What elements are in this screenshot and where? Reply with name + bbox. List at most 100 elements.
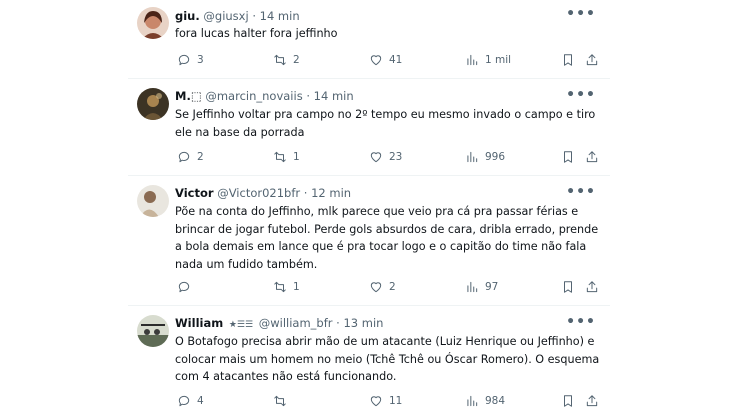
display-name[interactable]: M.⬚ — [175, 89, 202, 103]
share-button[interactable] — [585, 393, 599, 409]
like-count: 2 — [389, 281, 396, 293]
tweet-header: M.⬚ @marcin_novaiis · 14 min — [175, 88, 354, 104]
heart-icon — [370, 55, 382, 66]
like-button[interactable]: 23 — [369, 149, 402, 165]
tweet[interactable]: Victor @Victor021bfr · 12 min ••• Põe na… — [128, 176, 610, 306]
timestamp[interactable]: 12 min — [311, 186, 351, 200]
display-name[interactable]: Victor — [175, 186, 214, 200]
share-icon — [586, 281, 598, 293]
retweet-button[interactable]: 1 — [273, 149, 300, 165]
like-button[interactable]: 11 — [369, 393, 402, 409]
bookmark-button[interactable] — [561, 149, 575, 165]
separator: · — [303, 186, 308, 200]
reply-count: 3 — [197, 54, 204, 66]
heart-icon — [370, 396, 382, 407]
reply-count: 2 — [197, 151, 204, 163]
bookmark-button[interactable] — [561, 52, 575, 68]
like-button[interactable]: 41 — [369, 52, 402, 68]
heart-icon — [370, 152, 382, 163]
bookmark-icon — [564, 54, 572, 66]
user-handle[interactable]: @william_bfr — [259, 316, 333, 330]
bookmark-button[interactable] — [561, 279, 575, 295]
views-count: 1 mil — [485, 54, 512, 66]
tweet[interactable]: giu. @giusxj · 14 min ••• fora lucas hal… — [128, 0, 610, 79]
like-count: 23 — [389, 151, 403, 163]
retweet-icon — [274, 54, 286, 66]
user-handle[interactable]: @Victor021bfr — [217, 186, 300, 200]
views-count: 97 — [485, 281, 499, 293]
reply-icon — [178, 151, 190, 163]
share-icon — [586, 151, 598, 163]
share-icon — [586, 54, 598, 66]
tweet[interactable]: M.⬚ @marcin_novaiis · 14 min ••• Se Jeff… — [128, 79, 610, 176]
tweet-text: Se Jeffinho voltar pra campo no 2º tempo… — [175, 108, 596, 139]
bookmark-icon — [564, 151, 572, 163]
tweet-text: O Botafogo precisa abrir mão de um ataca… — [175, 335, 600, 383]
share-button[interactable] — [585, 52, 599, 68]
like-count: 41 — [389, 54, 403, 66]
timestamp[interactable]: 14 min — [260, 9, 300, 23]
tweet[interactable]: William ★☰☰ @william_bfr · 13 min ••• O … — [128, 306, 610, 416]
profile-badge-icon: ★☰☰ — [228, 320, 254, 330]
tweet-header: William ★☰☰ @william_bfr · 13 min — [175, 315, 383, 333]
reply-count: 4 — [197, 395, 204, 407]
timestamp[interactable]: 13 min — [343, 316, 383, 330]
bookmark-icon — [564, 281, 572, 293]
retweet-icon — [274, 281, 286, 293]
separator: · — [306, 89, 310, 103]
tweet-header: giu. @giusxj · 14 min — [175, 8, 300, 24]
retweet-icon — [274, 395, 286, 407]
share-button[interactable] — [585, 279, 599, 295]
views-button[interactable]: 97 — [465, 279, 498, 295]
views-chart-icon — [467, 54, 478, 66]
user-handle[interactable]: @giusxj — [203, 9, 248, 23]
separator: · — [336, 316, 340, 330]
more-options-icon[interactable]: ••• — [566, 6, 596, 22]
views-count: 984 — [485, 395, 506, 407]
reply-button[interactable]: 3 — [177, 52, 204, 68]
reply-button[interactable]: 4 — [177, 393, 204, 409]
more-options-icon[interactable]: ••• — [566, 87, 596, 103]
views-button[interactable]: 984 — [465, 393, 505, 409]
tweet-actions: 3 2 41 1 mil — [175, 52, 600, 68]
like-button[interactable]: 2 — [369, 279, 396, 295]
avatar[interactable] — [137, 185, 169, 217]
retweet-count: 1 — [293, 151, 300, 163]
views-button[interactable]: 1 mil — [465, 52, 511, 68]
views-chart-icon — [467, 151, 478, 163]
reply-feed: giu. @giusxj · 14 min ••• fora lucas hal… — [128, 0, 610, 416]
retweet-count: 2 — [293, 54, 300, 66]
display-name[interactable]: giu. — [175, 9, 200, 23]
more-options-icon[interactable]: ••• — [566, 314, 596, 330]
tweet-header: Victor @Victor021bfr · 12 min — [175, 185, 351, 201]
bookmark-button[interactable] — [561, 393, 575, 409]
retweet-button[interactable] — [273, 393, 293, 409]
timestamp[interactable]: 14 min — [314, 89, 354, 103]
tweet-actions: 4 11 984 — [175, 393, 600, 409]
retweet-button[interactable]: 2 — [273, 52, 300, 68]
reply-button[interactable]: 2 — [177, 149, 204, 165]
views-chart-icon — [467, 395, 478, 407]
avatar[interactable] — [137, 7, 169, 39]
retweet-button[interactable]: 1 — [273, 279, 300, 295]
views-count: 996 — [485, 151, 506, 163]
views-button[interactable]: 996 — [465, 149, 505, 165]
tweet-actions: 1 2 97 — [175, 279, 600, 295]
views-chart-icon — [467, 281, 478, 293]
user-handle[interactable]: @marcin_novaiis — [205, 89, 302, 103]
avatar[interactable] — [137, 88, 169, 120]
tweet-actions: 2 1 23 996 — [175, 149, 600, 165]
share-button[interactable] — [585, 149, 599, 165]
reply-icon — [178, 54, 190, 66]
share-icon — [586, 395, 598, 407]
tweet-text: Põe na conta do Jeffinho, mlk parece que… — [175, 205, 599, 271]
like-count: 11 — [389, 395, 403, 407]
reply-icon — [178, 395, 190, 407]
reply-icon — [178, 281, 190, 293]
more-options-icon[interactable]: ••• — [566, 184, 596, 200]
avatar[interactable] — [137, 315, 169, 347]
display-name[interactable]: William — [175, 316, 223, 330]
reply-button[interactable] — [177, 279, 197, 295]
separator: · — [252, 9, 256, 23]
retweet-count: 1 — [293, 281, 300, 293]
